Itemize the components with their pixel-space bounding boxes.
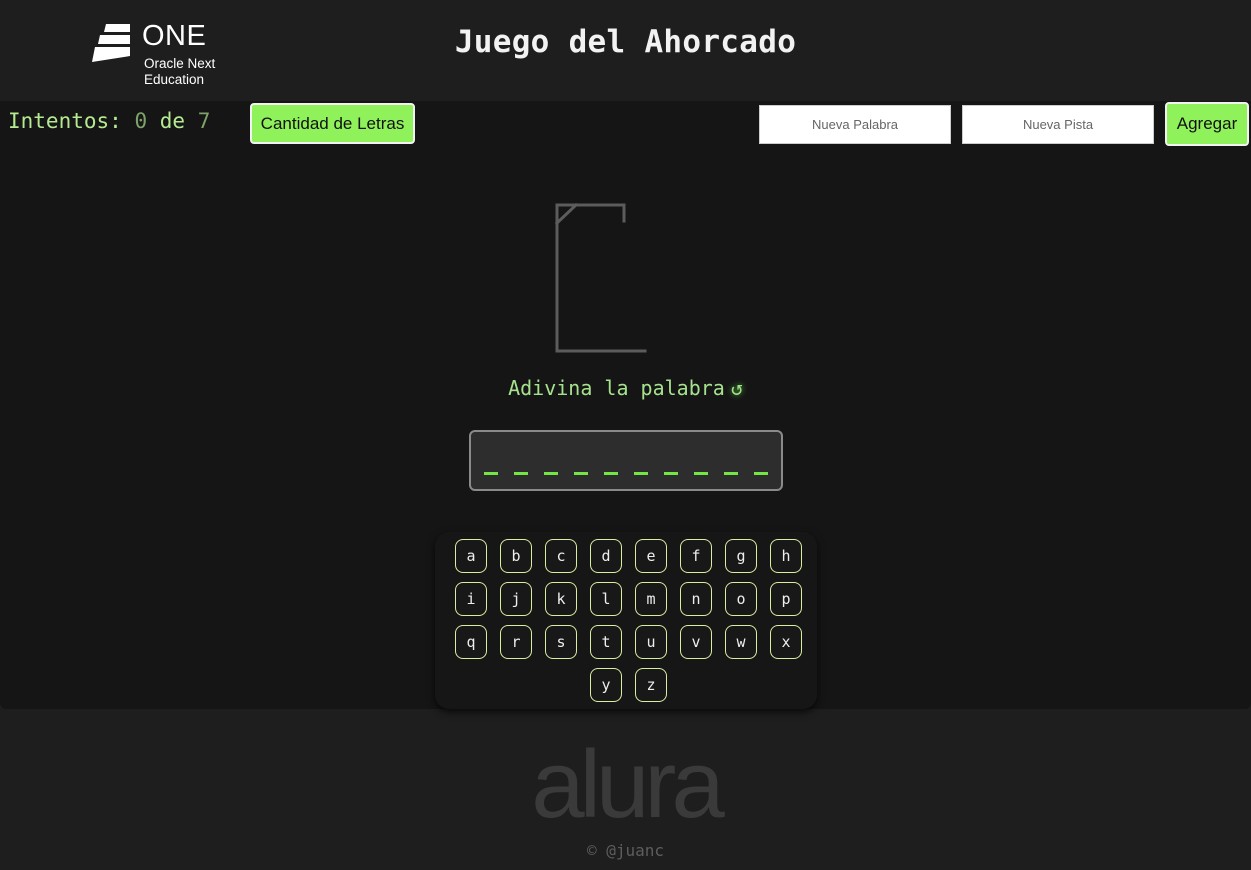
word-display (469, 430, 783, 491)
key-i[interactable]: i (455, 582, 487, 616)
attempts-counter: Intentos: 0 de 7 (8, 109, 210, 133)
letter-count-button[interactable]: Cantidad de Letras (250, 103, 415, 144)
page-title: Juego del Ahorcado (454, 24, 797, 60)
attempts-max: 7 (197, 109, 211, 133)
letter-keyboard: abcdefgh ijklmnop qrstuvwx yz (435, 532, 817, 709)
key-o[interactable]: o (725, 582, 757, 616)
letter-slot (724, 472, 738, 475)
key-m[interactable]: m (635, 582, 667, 616)
guess-prompt: Adivina la palabra ↺ (0, 376, 1251, 400)
key-g[interactable]: g (725, 539, 757, 573)
key-b[interactable]: b (500, 539, 532, 573)
letter-slot (694, 472, 708, 475)
key-u[interactable]: u (635, 625, 667, 659)
letter-slot (484, 472, 498, 475)
add-button[interactable]: Agregar (1165, 102, 1249, 146)
new-hint-input[interactable] (962, 105, 1154, 144)
key-h[interactable]: h (770, 539, 802, 573)
key-z[interactable]: z (635, 668, 667, 702)
letter-slot (574, 472, 588, 475)
letter-slot (754, 472, 768, 475)
attempts-current: 0 (134, 109, 148, 133)
author-credit: © @juanc (586, 841, 665, 860)
attempts-label: Intentos: (8, 109, 122, 133)
attempts-of: de (159, 109, 186, 133)
letter-slot (514, 472, 528, 475)
key-l[interactable]: l (590, 582, 622, 616)
key-s[interactable]: s (545, 625, 577, 659)
game-panel: Intentos: 0 de 7 Cantidad de Letras Agre… (0, 101, 1251, 709)
key-k[interactable]: k (545, 582, 577, 616)
key-j[interactable]: j (500, 582, 532, 616)
key-a[interactable]: a (455, 539, 487, 573)
letter-slot (634, 472, 648, 475)
key-c[interactable]: c (545, 539, 577, 573)
key-f[interactable]: f (680, 539, 712, 573)
key-x[interactable]: x (770, 625, 802, 659)
header: ONE Oracle Next Education Juego del Ahor… (0, 0, 1251, 100)
alura-logo: alura (531, 731, 724, 838)
key-t[interactable]: t (590, 625, 622, 659)
key-e[interactable]: e (635, 539, 667, 573)
letter-slot (664, 472, 678, 475)
guess-prompt-text: Adivina la palabra (508, 376, 725, 400)
key-v[interactable]: v (680, 625, 712, 659)
key-p[interactable]: p (770, 582, 802, 616)
logo-subtitle: Oracle Next Education (144, 56, 216, 87)
new-word-input[interactable] (759, 105, 951, 144)
letter-slot (604, 472, 618, 475)
key-d[interactable]: d (590, 539, 622, 573)
reset-icon[interactable]: ↺ (731, 376, 743, 400)
key-q[interactable]: q (455, 625, 487, 659)
key-r[interactable]: r (500, 625, 532, 659)
key-n[interactable]: n (680, 582, 712, 616)
key-w[interactable]: w (725, 625, 757, 659)
letter-slot (544, 472, 558, 475)
key-y[interactable]: y (590, 668, 622, 702)
gallows-icon (554, 202, 647, 353)
